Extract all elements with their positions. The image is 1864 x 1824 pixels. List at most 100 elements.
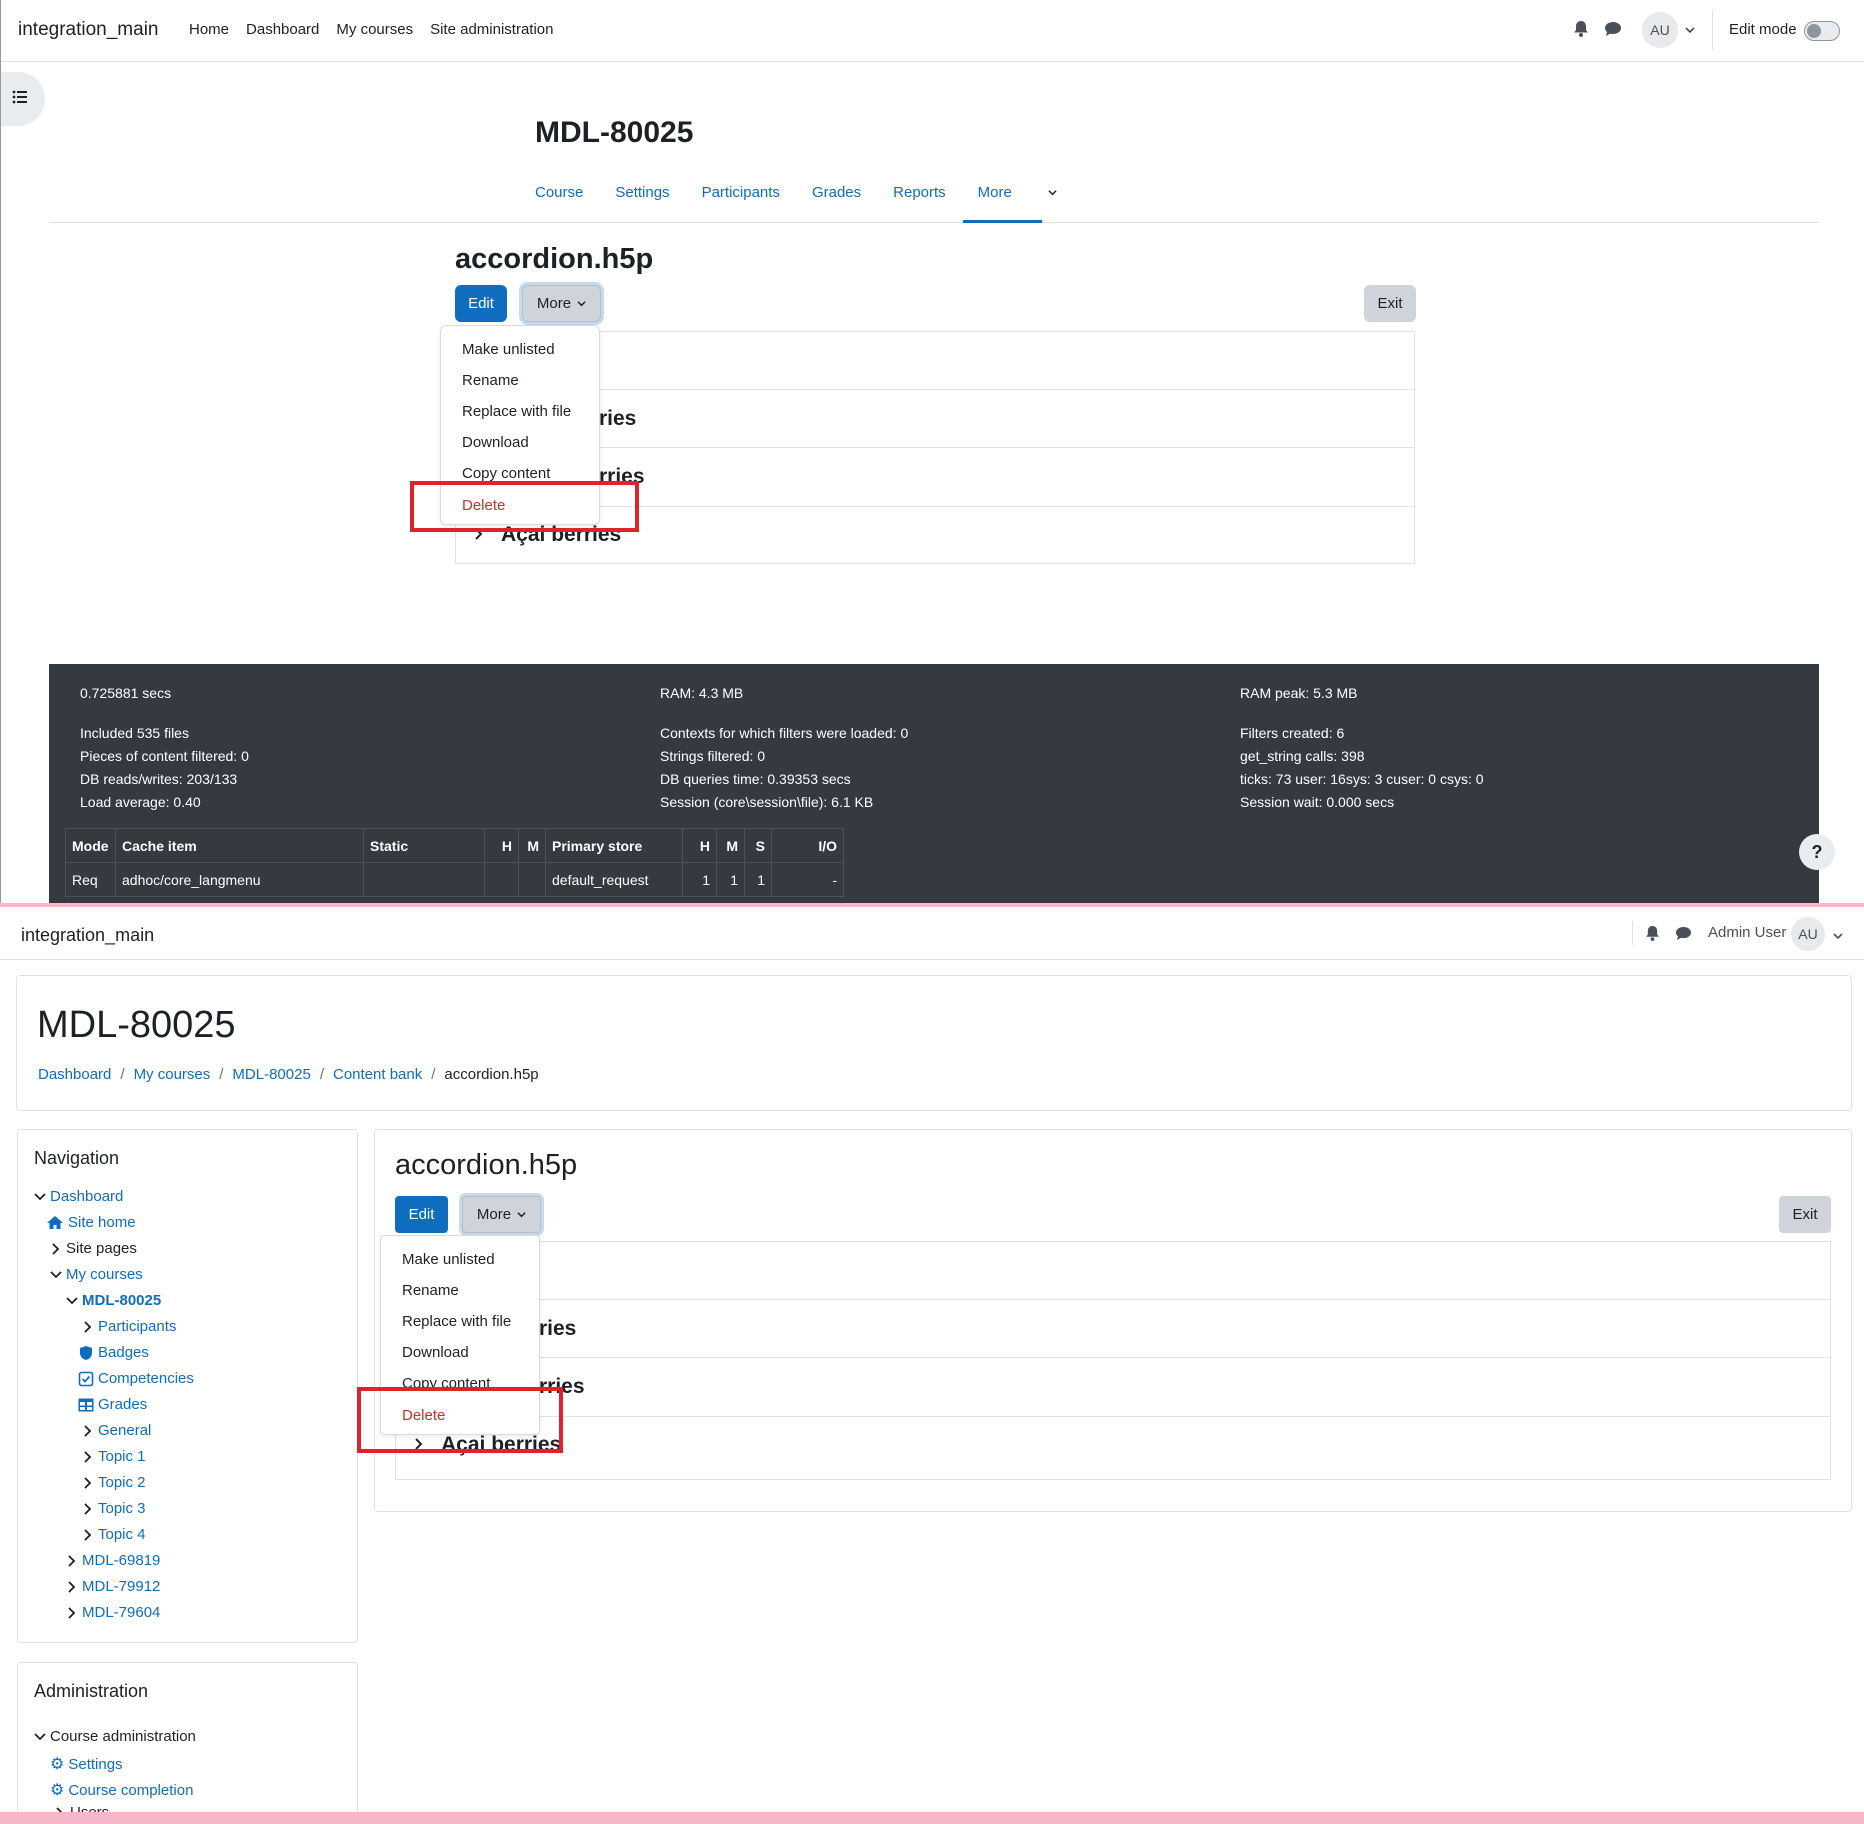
site-name[interactable]: integration_main <box>21 925 154 946</box>
classic-theme-screenshot: integration_main Admin User AU MDL-80025… <box>0 907 1864 1812</box>
menu-rename[interactable]: Rename <box>402 1282 459 1299</box>
perf-value: Filters created: 6 <box>1240 725 1345 741</box>
nav-node-topic-2[interactable]: Topic 2 <box>82 1474 146 1491</box>
nav-node-topic-3[interactable]: Topic 3 <box>82 1500 146 1517</box>
tab-more[interactable]: More <box>978 180 1073 201</box>
more-button[interactable]: More <box>522 285 601 322</box>
edit-button[interactable]: Edit <box>395 1196 448 1233</box>
nav-node-topic-1[interactable]: Topic 1 <box>82 1448 146 1465</box>
accordion-row[interactable]: Açai berries <box>396 1416 1830 1474</box>
page-header: MDL-80025 Dashboard / My courses / MDL-800… <box>16 975 1852 1111</box>
nav-label: Course administration <box>50 1728 196 1745</box>
menu-download[interactable]: Download <box>402 1344 469 1361</box>
nav-node-site-pages[interactable]: Site pages <box>50 1240 137 1257</box>
screenshot-bottom-border <box>0 1812 1864 1824</box>
nav-node-competencies[interactable]: Competencies <box>78 1370 194 1387</box>
administration-block-title: Administration <box>34 1681 149 1701</box>
content-title: accordion.h5p <box>395 1149 578 1181</box>
avatar[interactable]: AU <box>1791 917 1825 951</box>
exit-button[interactable]: Exit <box>1779 1196 1831 1233</box>
table-icon <box>78 1398 94 1411</box>
nav-label: Site pages <box>66 1240 137 1257</box>
chevron-down-icon <box>517 1212 526 1218</box>
nav-node-participants[interactable]: Participants <box>82 1318 176 1335</box>
perf-value: get_string calls: 398 <box>1240 748 1365 764</box>
nav-node-mdl-79604[interactable]: MDL-79604 <box>66 1604 160 1621</box>
column-header: Cache item <box>115 828 364 863</box>
nav-node-general[interactable]: General <box>82 1422 151 1439</box>
admin-node-users[interactable]: Users <box>54 1804 109 1812</box>
breadcrumb-my-courses[interactable]: My courses <box>134 1066 211 1083</box>
accordion-row[interactable]: rries <box>396 1357 1830 1415</box>
chevron-down-icon[interactable] <box>1833 928 1843 945</box>
boost-theme-screenshot: integration_main Home Dashboard My cours… <box>0 0 1864 903</box>
nav-label: Users <box>70 1804 109 1812</box>
column-header: Primary store <box>545 828 683 863</box>
nav-node-site-home[interactable]: Site home <box>46 1214 136 1231</box>
menu-copy-content[interactable]: Copy content <box>462 465 550 482</box>
nav-home[interactable]: Home <box>189 21 229 38</box>
menu-make-unlisted[interactable]: Make unlisted <box>462 341 555 358</box>
tab-settings[interactable]: Settings <box>615 180 685 201</box>
bell-icon[interactable] <box>1645 925 1660 942</box>
nav-dashboard[interactable]: Dashboard <box>246 21 319 38</box>
delete-highlight-box <box>357 1387 563 1453</box>
column-header: M <box>716 828 745 863</box>
perf-column-1: 0.725881 secs Included 535 files Pieces … <box>80 682 249 814</box>
exit-button[interactable]: Exit <box>1364 285 1416 322</box>
chat-icon[interactable] <box>1675 926 1692 941</box>
edit-mode-toggle[interactable] <box>1804 21 1840 41</box>
menu-make-unlisted[interactable]: Make unlisted <box>402 1251 495 1268</box>
nav-label: Topic 3 <box>98 1500 146 1517</box>
bell-icon[interactable] <box>1573 20 1589 38</box>
accordion-row[interactable]: ries <box>396 1299 1830 1357</box>
nav-node-dashboard[interactable]: Dashboard <box>34 1188 123 1205</box>
table-cell <box>484 862 519 897</box>
gear-icon: ⚙ <box>50 1756 65 1773</box>
course-index-toggle[interactable] <box>1 72 45 126</box>
table-row: Req adhoc/core_langmenu default_request … <box>65 862 844 897</box>
nav-node-my-courses[interactable]: My courses <box>50 1266 143 1283</box>
breadcrumb-dashboard[interactable]: Dashboard <box>38 1066 111 1083</box>
table-cell: 1 <box>744 862 772 897</box>
nav-label: Site home <box>68 1214 136 1231</box>
admin-node-course-completion[interactable]: ⚙ Course completion <box>50 1780 193 1800</box>
avatar[interactable]: AU <box>1642 12 1678 48</box>
nav-label: My courses <box>66 1266 143 1283</box>
checkbox-icon <box>78 1371 94 1386</box>
table-cell: adhoc/core_langmenu <box>115 862 364 897</box>
table-cell: 1 <box>716 862 745 897</box>
perf-value: RAM peak: 5.3 MB <box>1240 685 1358 701</box>
menu-replace-with-file[interactable]: Replace with file <box>402 1313 511 1330</box>
nav-site-administration[interactable]: Site administration <box>430 21 553 38</box>
admin-node-course-administration[interactable]: Course administration <box>34 1728 196 1745</box>
tab-participants[interactable]: Participants <box>702 180 796 201</box>
column-header: Mode <box>65 828 116 863</box>
nav-my-courses[interactable]: My courses <box>336 21 413 38</box>
admin-node-settings[interactable]: ⚙ Settings <box>50 1754 123 1774</box>
nav-node-topic-4[interactable]: Topic 4 <box>82 1526 146 1543</box>
nav-node-mdl-79912[interactable]: MDL-79912 <box>66 1578 160 1595</box>
user-name[interactable]: Admin User <box>1708 924 1786 941</box>
tab-course[interactable]: Course <box>535 180 599 201</box>
chat-icon[interactable] <box>1604 21 1622 37</box>
breadcrumb-course[interactable]: MDL-80025 <box>232 1066 310 1083</box>
tab-reports[interactable]: Reports <box>893 180 962 201</box>
nav-node-course[interactable]: MDL-80025 <box>66 1292 161 1309</box>
chevron-down-icon[interactable] <box>1685 22 1695 39</box>
help-button[interactable]: ? <box>1799 834 1835 870</box>
breadcrumb-content-bank[interactable]: Content bank <box>333 1066 422 1083</box>
nav-node-grades[interactable]: Grades <box>78 1396 147 1413</box>
nav-node-mdl-69819[interactable]: MDL-69819 <box>66 1552 160 1569</box>
more-button[interactable]: More <box>462 1196 541 1233</box>
navbar-divider <box>1632 921 1633 945</box>
tab-grades[interactable]: Grades <box>812 180 877 201</box>
nav-node-badges[interactable]: Badges <box>78 1344 149 1361</box>
site-name[interactable]: integration_main <box>18 19 158 41</box>
column-header: M <box>518 828 546 863</box>
menu-rename[interactable]: Rename <box>462 372 519 389</box>
menu-download[interactable]: Download <box>462 434 529 451</box>
h5p-accordion: ries rries Açai berries <box>395 1241 1831 1480</box>
edit-button[interactable]: Edit <box>455 285 507 322</box>
menu-replace-with-file[interactable]: Replace with file <box>462 403 571 420</box>
